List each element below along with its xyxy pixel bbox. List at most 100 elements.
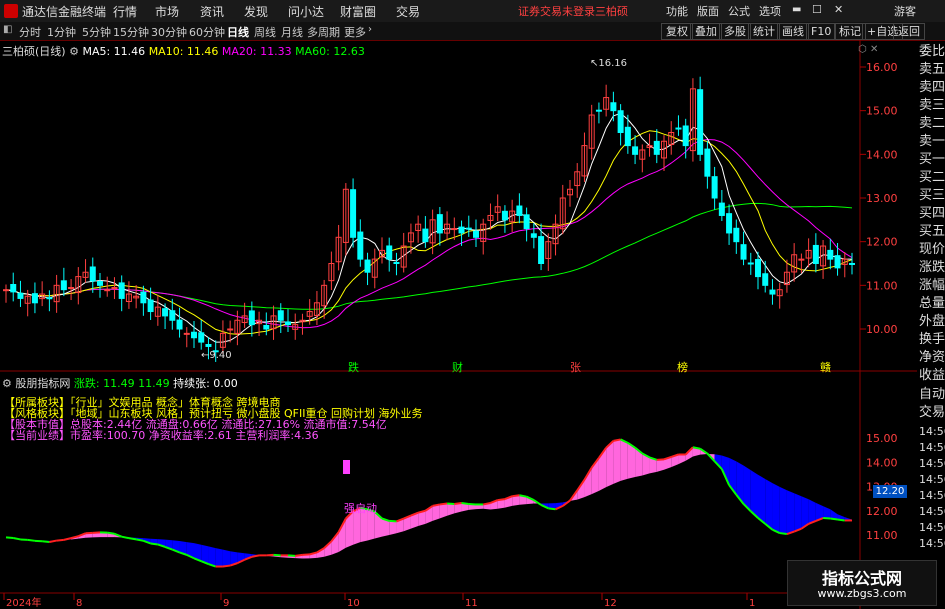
- period-tab[interactable]: 60分钟: [189, 24, 225, 40]
- period-tab[interactable]: 分时: [19, 24, 41, 40]
- menu-formula[interactable]: 公式: [728, 3, 750, 19]
- side-time: 14:56: [919, 505, 945, 518]
- side-panel-item[interactable]: 卖五: [919, 62, 945, 77]
- ma60-line: [5, 202, 853, 310]
- side-time: 14:56: [919, 473, 945, 486]
- f10-button[interactable]: F10: [806, 23, 837, 40]
- candle-body: [834, 255, 841, 269]
- chevron-right-icon[interactable]: ›: [368, 24, 372, 35]
- menu-news[interactable]: 资讯: [200, 3, 224, 20]
- period-tab-active[interactable]: 日线: [227, 24, 249, 40]
- stats-button[interactable]: 统计: [748, 23, 780, 40]
- x-tick-label: 2024年: [6, 596, 41, 609]
- user-guest[interactable]: 游客: [894, 3, 916, 19]
- candle-body: [46, 297, 53, 300]
- ind-band-segment: [389, 520, 397, 535]
- side-time: 14:56: [919, 537, 945, 550]
- ind-band-segment: [432, 504, 440, 521]
- period-tab[interactable]: 月线: [281, 24, 303, 40]
- candle-body: [147, 299, 154, 313]
- ind-band-segment: [215, 548, 223, 567]
- side-panel-item[interactable]: 外盘: [919, 314, 945, 329]
- candle-body: [393, 261, 400, 265]
- candle-body: [458, 226, 465, 234]
- price-box: 12.20: [873, 485, 907, 498]
- chart-options-icon[interactable]: ⬡: [858, 44, 867, 55]
- menu-function[interactable]: 功能: [666, 3, 688, 19]
- ind-band-segment: [823, 506, 831, 519]
- day-tag: 财: [452, 361, 463, 374]
- menu-market2[interactable]: 市场: [155, 3, 179, 20]
- overlay-button[interactable]: 叠加: [690, 23, 722, 40]
- menu-market[interactable]: 行情: [113, 3, 137, 20]
- back-button[interactable]: 返回: [893, 23, 925, 40]
- kline-chart[interactable]: 16.00 15.00 14.00 13.00 12.00 11.00 10.00 15.0…: [0, 40, 917, 609]
- minimize-icon[interactable]: ▬: [792, 4, 801, 15]
- side-panel-item[interactable]: 卖二: [919, 116, 945, 131]
- menu-options[interactable]: 选项: [759, 3, 781, 19]
- ind-band-segment: [765, 478, 773, 530]
- side-panel-item[interactable]: 自动: [919, 387, 945, 402]
- info-label: 【当前业绩】: [4, 429, 70, 442]
- y-tick-label: 12.00: [866, 236, 898, 249]
- side-panel-item[interactable]: 净资: [919, 350, 945, 365]
- candle-body: [624, 126, 631, 147]
- ind-curve-segment: [779, 532, 788, 536]
- period-tab[interactable]: 15分钟: [113, 24, 149, 40]
- close-chart-icon[interactable]: ✕: [870, 44, 878, 55]
- side-panel-item[interactable]: 现价: [919, 242, 945, 257]
- menu-wealth[interactable]: 财富圈: [340, 3, 376, 20]
- side-panel-item[interactable]: 卖四: [919, 80, 945, 95]
- ma5-label: MA5: 11.46: [82, 45, 146, 58]
- side-panel-item[interactable]: 卖三: [919, 98, 945, 113]
- maximize-icon[interactable]: ☐: [812, 3, 822, 16]
- panel-toggle-icon[interactable]: ◧: [3, 24, 12, 35]
- ma5-line: [5, 112, 852, 343]
- candle-body: [248, 310, 255, 326]
- period-tab[interactable]: 多周期: [307, 24, 340, 40]
- draw-button[interactable]: 画线: [777, 23, 809, 40]
- close-icon[interactable]: ✕: [834, 3, 843, 16]
- candle-body: [812, 244, 819, 264]
- menu-discover[interactable]: 发现: [244, 3, 268, 20]
- side-panel-item[interactable]: 卖一: [919, 134, 945, 149]
- menu-ask[interactable]: 问小达: [288, 3, 324, 20]
- menu-trade[interactable]: 交易: [396, 3, 420, 20]
- restore-right-button[interactable]: 复权: [661, 23, 693, 40]
- period-tab[interactable]: 30分钟: [151, 24, 187, 40]
- multi-stock-button[interactable]: 多股: [719, 23, 751, 40]
- candle-body: [60, 280, 67, 291]
- side-panel-item[interactable]: 换手: [919, 332, 945, 347]
- candle-body: [798, 258, 805, 261]
- ind-curve-segment: [49, 539, 57, 544]
- period-more[interactable]: 更多: [344, 24, 366, 40]
- candle-body: [718, 202, 725, 216]
- period-tab[interactable]: 1分钟: [47, 24, 76, 40]
- side-panel-item[interactable]: 买三: [919, 188, 945, 203]
- menu-layout[interactable]: 版面: [697, 3, 719, 19]
- side-panel-item[interactable]: 总量: [919, 296, 945, 311]
- ind-curve-segment: [135, 538, 144, 542]
- side-panel-item[interactable]: 涨幅: [919, 278, 945, 293]
- period-tab[interactable]: 周线: [254, 24, 276, 40]
- side-panel-item[interactable]: 买二: [919, 170, 945, 185]
- side-panel-item[interactable]: 买一: [919, 152, 945, 167]
- high-annotation: ↖16.16: [590, 58, 628, 69]
- ind-curve-segment: [483, 502, 491, 506]
- side-panel-item[interactable]: 收益: [919, 368, 945, 383]
- side-panel-item[interactable]: 买四: [919, 206, 945, 221]
- indicator-gear-icon[interactable]: ⚙: [2, 377, 12, 390]
- login-warning: 证券交易未登录: [518, 5, 595, 18]
- side-panel-item[interactable]: 委比: [919, 44, 945, 59]
- candle-body: [3, 289, 9, 292]
- settings-icon[interactable]: ⚙: [69, 45, 79, 58]
- period-tab[interactable]: 5分钟: [82, 24, 111, 40]
- side-panel-item[interactable]: 涨跌: [919, 260, 945, 275]
- side-panel-item[interactable]: 交易: [919, 405, 945, 420]
- watermark-title: 指标公式网: [821, 569, 902, 588]
- candle-body: [10, 284, 17, 293]
- indicator-rise2: 11.49: [138, 377, 170, 390]
- side-panel-item[interactable]: 买五: [919, 224, 945, 239]
- candle-body: [682, 125, 689, 147]
- ind-band-segment: [772, 483, 780, 534]
